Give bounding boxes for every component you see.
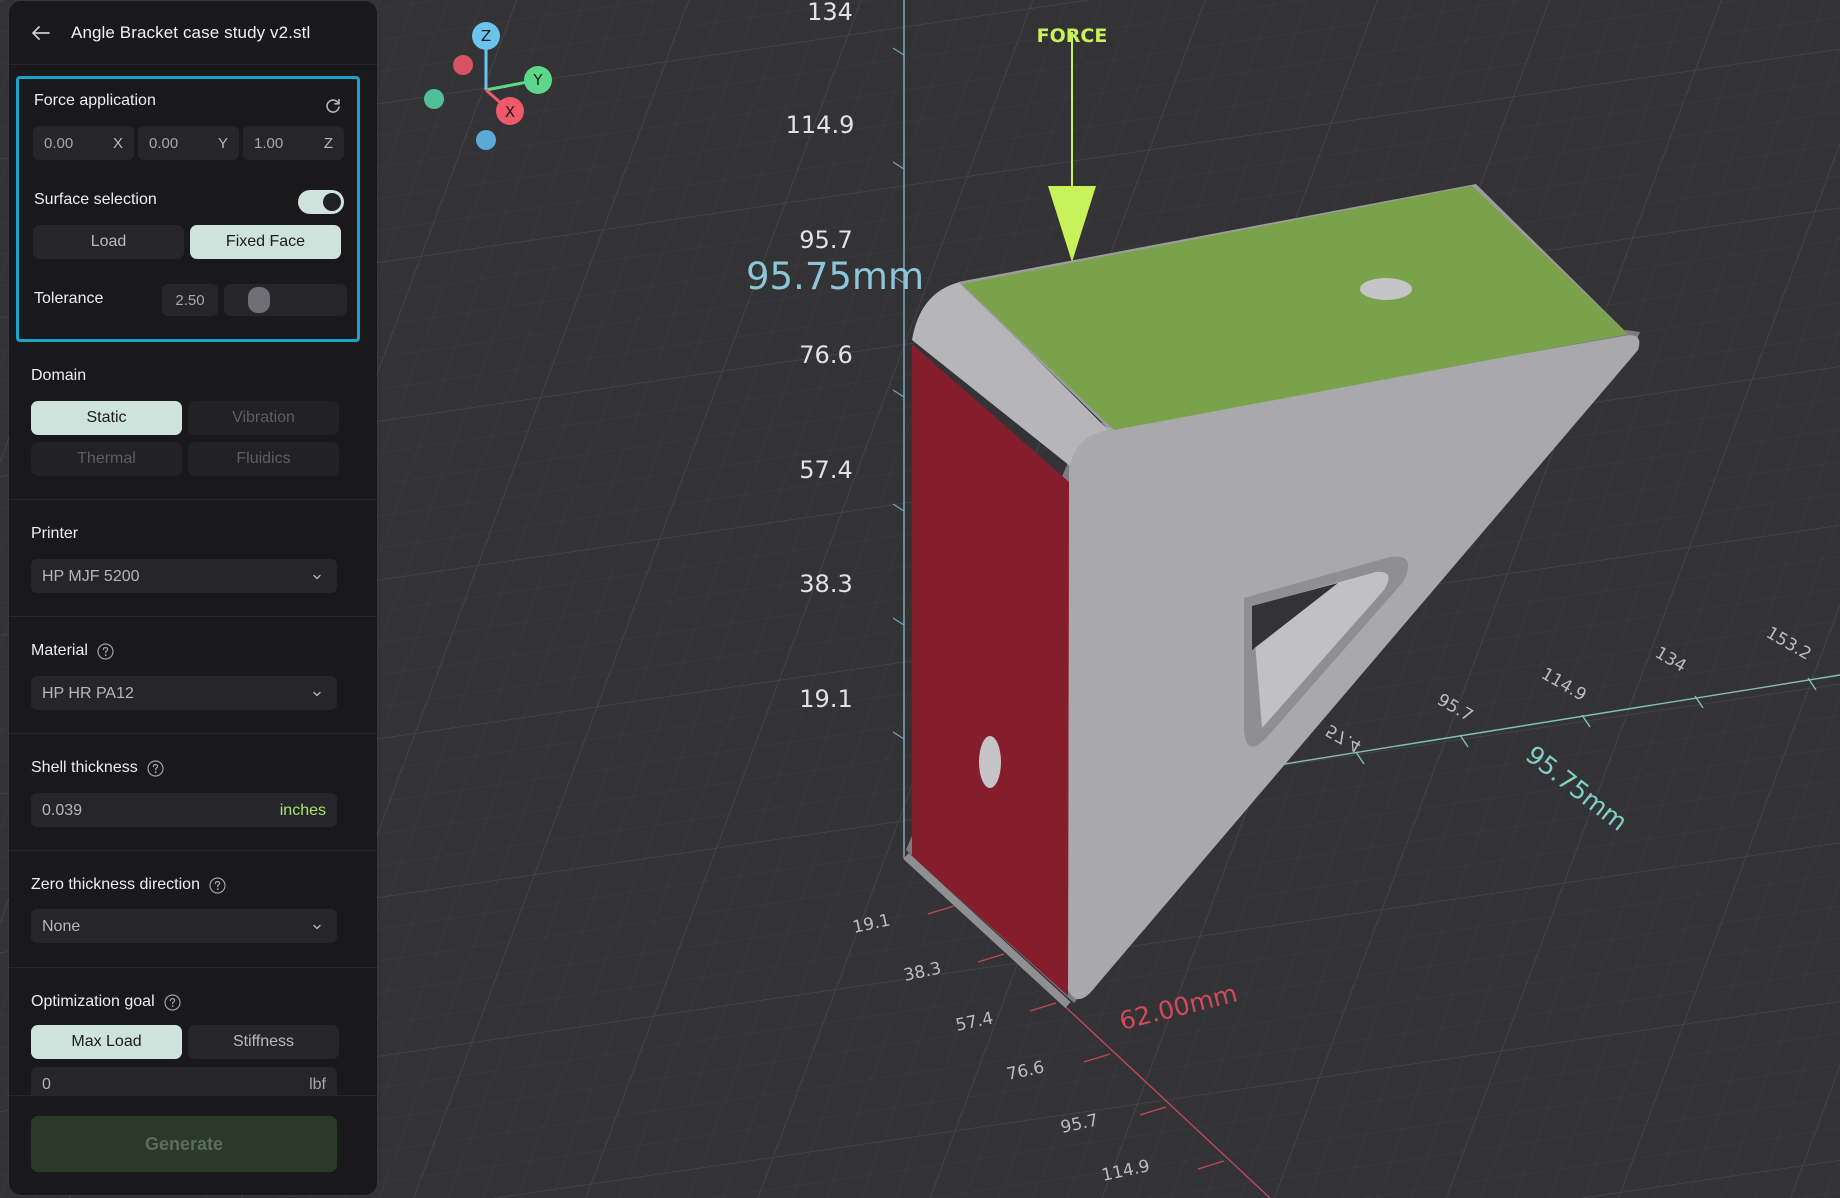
section-divider: [9, 850, 377, 851]
tolerance-label: Tolerance: [34, 290, 104, 307]
shell-thickness-label: Shell thickness: [31, 759, 138, 776]
force-x-input[interactable]: 0.00 X: [33, 126, 134, 160]
vertical-tick-label: 95.7: [799, 226, 852, 254]
force-application-label: Force application: [34, 92, 156, 109]
chevron-down-icon: [311, 687, 323, 699]
vertical-tick-label: 57.4: [799, 456, 852, 484]
chevron-down-icon: [311, 920, 323, 932]
zero-thickness-help-icon[interactable]: [209, 876, 226, 894]
gizmo-y-label: Y: [532, 71, 543, 89]
printer-label: Printer: [31, 525, 79, 542]
goal-value-input[interactable]: 0 lbf: [31, 1067, 337, 1095]
generate-button[interactable]: Generate: [31, 1116, 337, 1172]
vertical-tick-label: 76.6: [799, 341, 852, 369]
surface-selection-label: Surface selection: [34, 191, 157, 208]
back-arrow-icon[interactable]: [29, 21, 53, 45]
section-divider: [9, 499, 377, 500]
domain-static-button[interactable]: Static: [31, 401, 182, 435]
footer-divider: [9, 1095, 377, 1096]
optimization-goal-label: Optimization goal: [31, 993, 155, 1010]
chevron-down-icon: [311, 570, 323, 582]
goal-unit: lbf: [309, 1076, 326, 1093]
section-divider: [9, 616, 377, 617]
section-divider: [9, 967, 377, 968]
shell-thickness-unit[interactable]: inches: [280, 802, 326, 820]
force-z-value: 1.00: [254, 135, 284, 152]
settings-panel: Angle Bracket case study v2.stl Force ap…: [9, 1, 377, 1195]
shell-thickness-input[interactable]: 0.039 inches: [31, 793, 337, 827]
height-dimension-label: 95.75mm: [746, 255, 924, 298]
material-label: Material: [31, 642, 88, 659]
zero-thickness-select[interactable]: None: [31, 909, 337, 943]
zero-thickness-label-row: Zero thickness direction: [31, 876, 226, 894]
tolerance-slider[interactable]: [224, 284, 347, 316]
gizmo-neg-x: [453, 55, 473, 75]
fixed-face-button[interactable]: Fixed Face: [190, 225, 341, 259]
toggle-knob: [323, 193, 341, 211]
goal-value: 0: [42, 1076, 51, 1093]
force-application-section: Force application 0.00 X 0.00 Y 1.00 Z S…: [16, 76, 360, 342]
material-select[interactable]: HP HR PA12: [31, 676, 337, 710]
force-z-axis-label: Z: [323, 135, 333, 152]
file-title: Angle Bracket case study v2.stl: [71, 22, 311, 42]
shell-thickness-help-icon[interactable]: [147, 759, 164, 777]
material-help-icon[interactable]: [97, 642, 114, 660]
side-mounting-hole: [979, 736, 1001, 788]
top-mounting-hole: [1360, 278, 1412, 300]
force-x-value: 0.00: [44, 135, 74, 152]
section-divider: [9, 733, 377, 734]
domain-fluidics-button[interactable]: Fluidics: [188, 442, 339, 476]
domain-vibration-button[interactable]: Vibration: [188, 401, 339, 435]
vertical-tick-label: 19.1: [799, 685, 852, 713]
panel-header: Angle Bracket case study v2.stl: [9, 1, 377, 65]
optimization-goal-label-row: Optimization goal: [31, 993, 181, 1011]
gizmo-neg-z: [476, 130, 496, 150]
material-value: HP HR PA12: [42, 685, 134, 702]
printer-select[interactable]: HP MJF 5200: [31, 559, 337, 593]
vertical-tick-label: 134: [807, 0, 853, 26]
tolerance-input[interactable]: 2.50: [162, 284, 218, 316]
force-y-value: 0.00: [149, 135, 179, 152]
shell-thickness-value: 0.039: [42, 802, 83, 819]
force-x-axis-label: X: [112, 135, 123, 152]
material-label-row: Material: [31, 642, 114, 660]
max-load-button[interactable]: Max Load: [31, 1025, 182, 1059]
gizmo-z-label: Z: [481, 27, 491, 45]
force-z-input[interactable]: 1.00 Z: [243, 126, 344, 160]
surface-selection-toggle[interactable]: [298, 190, 344, 214]
force-y-input[interactable]: 0.00 Y: [138, 126, 239, 160]
zero-thickness-value: None: [42, 918, 81, 935]
vertical-tick-label: 114.9: [786, 111, 855, 139]
printer-value: HP MJF 5200: [42, 568, 140, 585]
vertical-tick-label: 38.3: [799, 570, 852, 598]
gizmo-x-label: X: [505, 103, 515, 121]
zero-thickness-label: Zero thickness direction: [31, 876, 200, 893]
domain-thermal-button[interactable]: Thermal: [31, 442, 182, 476]
refresh-icon[interactable]: [323, 96, 343, 116]
load-button[interactable]: Load: [33, 225, 184, 259]
optimization-goal-help-icon[interactable]: [164, 993, 181, 1011]
stiffness-button[interactable]: Stiffness: [188, 1025, 339, 1059]
shell-thickness-label-row: Shell thickness: [31, 759, 164, 777]
force-y-axis-label: Y: [217, 135, 228, 152]
force-label: FORCE: [1037, 25, 1108, 47]
tolerance-slider-thumb[interactable]: [248, 287, 270, 313]
domain-label: Domain: [31, 367, 87, 384]
settings-scroll-area[interactable]: Force application 0.00 X 0.00 Y 1.00 Z S…: [9, 65, 377, 1095]
gizmo-neg-y: [424, 89, 444, 109]
